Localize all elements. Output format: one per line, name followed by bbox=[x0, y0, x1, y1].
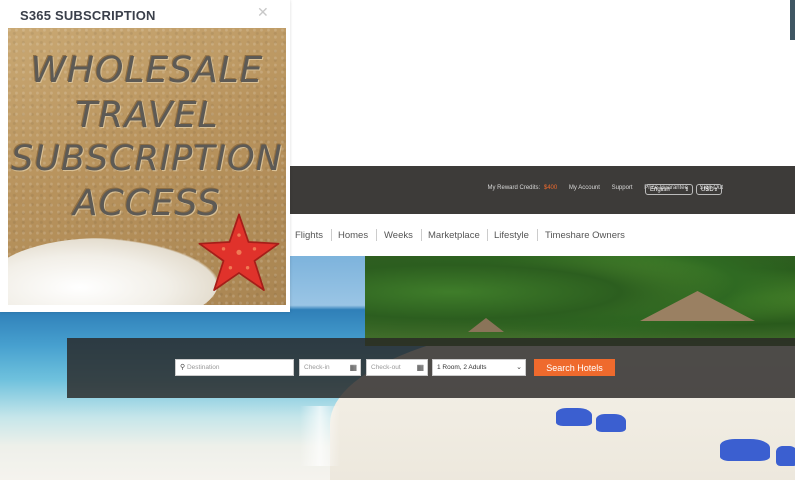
calendar-icon[interactable]: ▦ bbox=[416, 360, 424, 375]
nav-divider bbox=[421, 229, 422, 241]
hero-beanbag bbox=[776, 446, 795, 466]
hero-beanbag bbox=[556, 408, 592, 426]
rooms-value: 1 Room, 2 Adults bbox=[437, 364, 487, 371]
main-nav: Flights Homes Weeks Marketplace Lifestyl… bbox=[290, 214, 795, 256]
checkout-placeholder: Check-out bbox=[371, 364, 401, 371]
nav-item-weeks[interactable]: Weeks bbox=[384, 230, 413, 241]
nav-divider bbox=[376, 229, 377, 241]
checkin-input[interactable]: Check-in ▦ bbox=[299, 359, 361, 376]
sea-foam-wave bbox=[8, 238, 218, 305]
sand-text-line: SUBSCRIPTION bbox=[11, 139, 283, 179]
select-caret-icon: ⇕ bbox=[713, 187, 718, 193]
sand-text-line: TRAVEL bbox=[75, 95, 219, 136]
calendar-icon[interactable]: ▦ bbox=[349, 360, 357, 375]
nav-item-marketplace[interactable]: Marketplace bbox=[428, 230, 480, 241]
popup-title: S365 SUBSCRIPTION bbox=[20, 8, 156, 23]
search-hotels-button[interactable]: Search Hotels bbox=[534, 359, 615, 376]
nav-divider bbox=[537, 229, 538, 241]
starfish-icon bbox=[198, 213, 280, 291]
currency-select[interactable]: USD ⇕ bbox=[696, 184, 722, 195]
reward-credits-value: $400 bbox=[543, 185, 558, 191]
support-link[interactable]: Support bbox=[612, 185, 633, 191]
destination-placeholder: Destination bbox=[186, 364, 220, 371]
nav-divider bbox=[487, 229, 488, 241]
checkin-placeholder: Check-in bbox=[304, 364, 330, 371]
reward-credits-label: My Reward Credits: bbox=[487, 185, 541, 191]
language-select[interactable]: English ⇕ bbox=[645, 184, 693, 195]
nav-divider bbox=[331, 229, 332, 241]
hero-beanbag bbox=[596, 414, 626, 432]
hero-beanbag bbox=[720, 439, 770, 461]
hero-palm-trees bbox=[365, 256, 795, 346]
select-caret-icon: ⇕ bbox=[684, 187, 689, 193]
my-account-link[interactable]: My Account bbox=[569, 185, 600, 191]
rooms-guests-select[interactable]: 1 Room, 2 Adults ⌄ bbox=[432, 359, 526, 376]
destination-input[interactable]: ⚲ Destination bbox=[175, 359, 294, 376]
subscription-popup: S365 SUBSCRIPTION ✕ WHOLESALE TRAVEL SUB… bbox=[0, 0, 290, 312]
hero-surf bbox=[300, 406, 340, 466]
edge-marker bbox=[790, 0, 795, 40]
language-value: English bbox=[650, 187, 670, 193]
nav-item-homes[interactable]: Homes bbox=[338, 230, 368, 241]
sand-text-line: WHOLESALE bbox=[30, 50, 264, 91]
checkout-input[interactable]: Check-out ▦ bbox=[366, 359, 428, 376]
nav-item-timeshare-owners[interactable]: Timeshare Owners bbox=[545, 230, 625, 241]
sand-writing-image[interactable]: WHOLESALE TRAVEL SUBSCRIPTION ACCESS bbox=[8, 28, 286, 305]
chevron-down-icon: ⌄ bbox=[516, 364, 522, 371]
nav-item-flights[interactable]: Flights bbox=[295, 230, 323, 241]
currency-value: USD bbox=[701, 187, 714, 193]
nav-item-lifestyle[interactable]: Lifestyle bbox=[494, 230, 529, 241]
close-icon[interactable]: ✕ bbox=[257, 4, 269, 21]
location-pin-icon: ⚲ bbox=[180, 364, 186, 371]
